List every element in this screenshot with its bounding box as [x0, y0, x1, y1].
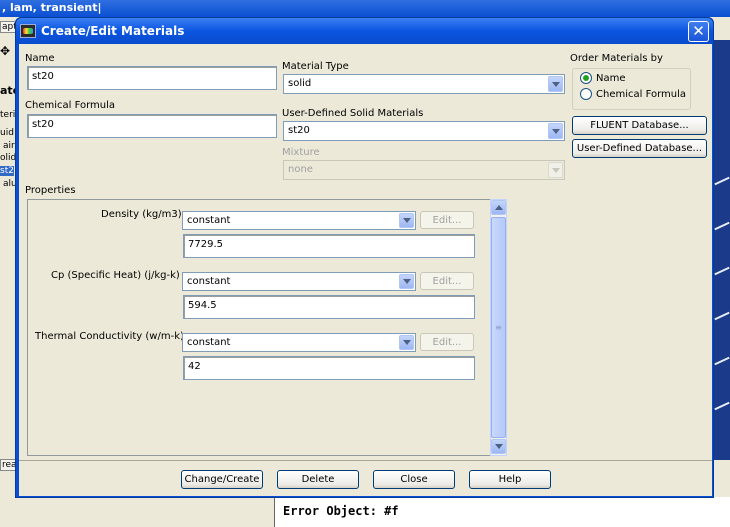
radio-unselected-icon	[580, 88, 592, 100]
cp-value-field[interactable]: 594.5	[183, 295, 475, 319]
mixture-select: none	[283, 160, 565, 180]
background-graphics-panel	[714, 40, 730, 460]
scroll-down-icon[interactable]	[491, 439, 506, 454]
material-type-label: Material Type	[282, 61, 349, 72]
mixture-value: none	[288, 164, 313, 175]
thermal-conductivity-method-value: constant	[187, 337, 231, 348]
density-edit-button: Edit...	[420, 211, 474, 229]
dialog-titlebar[interactable]: Create/Edit Materials ✕	[16, 18, 713, 44]
cp-edit-button: Edit...	[420, 272, 474, 290]
scrollbar-thumb[interactable]: ≡	[491, 217, 506, 438]
background-window-title: , lam, transient|	[0, 0, 730, 17]
background-fragment: st2	[0, 166, 14, 176]
chemical-formula-label: Chemical Formula	[25, 100, 116, 111]
move-icon[interactable]: ✥	[0, 44, 10, 58]
chevron-down-icon	[548, 162, 563, 178]
density-method-value: constant	[187, 215, 231, 226]
button-separator	[19, 460, 712, 461]
close-icon[interactable]: ✕	[688, 20, 709, 42]
delete-button[interactable]: Delete	[277, 470, 359, 489]
user-defined-materials-label: User-Defined Solid Materials	[282, 108, 424, 119]
chevron-down-icon[interactable]	[399, 335, 414, 350]
dialog-title: Create/Edit Materials	[41, 24, 185, 38]
user-defined-materials-select[interactable]: st20	[283, 121, 565, 141]
cp-label: Cp (Specific Heat) (j/kg-k)	[51, 270, 180, 281]
cp-method-select[interactable]: constant	[182, 272, 416, 291]
order-by-name-radio[interactable]: Name	[580, 72, 626, 84]
change-create-button[interactable]: Change/Create	[181, 470, 263, 489]
thermal-conductivity-value-field[interactable]: 42	[183, 356, 475, 380]
dialog-body: Name st20 Chemical Formula st20 Material…	[19, 44, 712, 496]
user-defined-database-button[interactable]: User-Defined Database...	[572, 139, 707, 158]
background-console: Error Object: #f	[274, 497, 730, 527]
properties-scrollbar[interactable]: ≡	[490, 199, 507, 456]
thermal-conductivity-label: Thermal Conductivity (w/m-k)	[35, 331, 184, 342]
chevron-down-icon[interactable]	[548, 123, 563, 139]
properties-label: Properties	[25, 185, 76, 196]
order-by-formula-radio[interactable]: Chemical Formula	[580, 88, 686, 100]
material-type-select[interactable]: solid	[283, 74, 565, 94]
order-by-name-label: Name	[596, 72, 626, 84]
background-fragment: teri	[0, 110, 16, 120]
background-fragment: uid	[0, 128, 14, 138]
scroll-up-icon[interactable]	[491, 200, 506, 215]
density-label: Density (kg/m3)	[101, 209, 182, 220]
order-by-formula-label: Chemical Formula	[596, 88, 687, 100]
mixture-label: Mixture	[282, 147, 320, 158]
background-fragment: olid	[0, 153, 17, 163]
thermal-conductivity-method-select[interactable]: constant	[182, 333, 416, 352]
order-materials-label: Order Materials by	[570, 53, 663, 64]
create-edit-materials-dialog: Create/Edit Materials ✕ Name st20 Chemic…	[15, 17, 714, 498]
material-type-value: solid	[288, 78, 312, 89]
name-field[interactable]: st20	[27, 66, 277, 90]
chevron-down-icon[interactable]	[399, 274, 414, 289]
fluent-app-icon	[20, 24, 36, 38]
thermal-conductivity-edit-button: Edit...	[420, 333, 474, 351]
chevron-down-icon[interactable]	[399, 213, 414, 228]
close-button[interactable]: Close	[373, 470, 455, 489]
background-fragment: air	[3, 141, 15, 151]
radio-selected-icon	[580, 72, 592, 84]
cp-method-value: constant	[187, 276, 231, 287]
help-button[interactable]: Help	[469, 470, 551, 489]
density-method-select[interactable]: constant	[182, 211, 416, 230]
name-label: Name	[25, 53, 55, 64]
background-bottom-strip	[0, 497, 274, 527]
density-value-field[interactable]: 7729.5	[183, 234, 475, 258]
fluent-database-button[interactable]: FLUENT Database...	[572, 116, 707, 135]
chevron-down-icon[interactable]	[548, 76, 563, 92]
user-defined-materials-value: st20	[288, 125, 310, 136]
chemical-formula-field[interactable]: st20	[27, 114, 277, 138]
